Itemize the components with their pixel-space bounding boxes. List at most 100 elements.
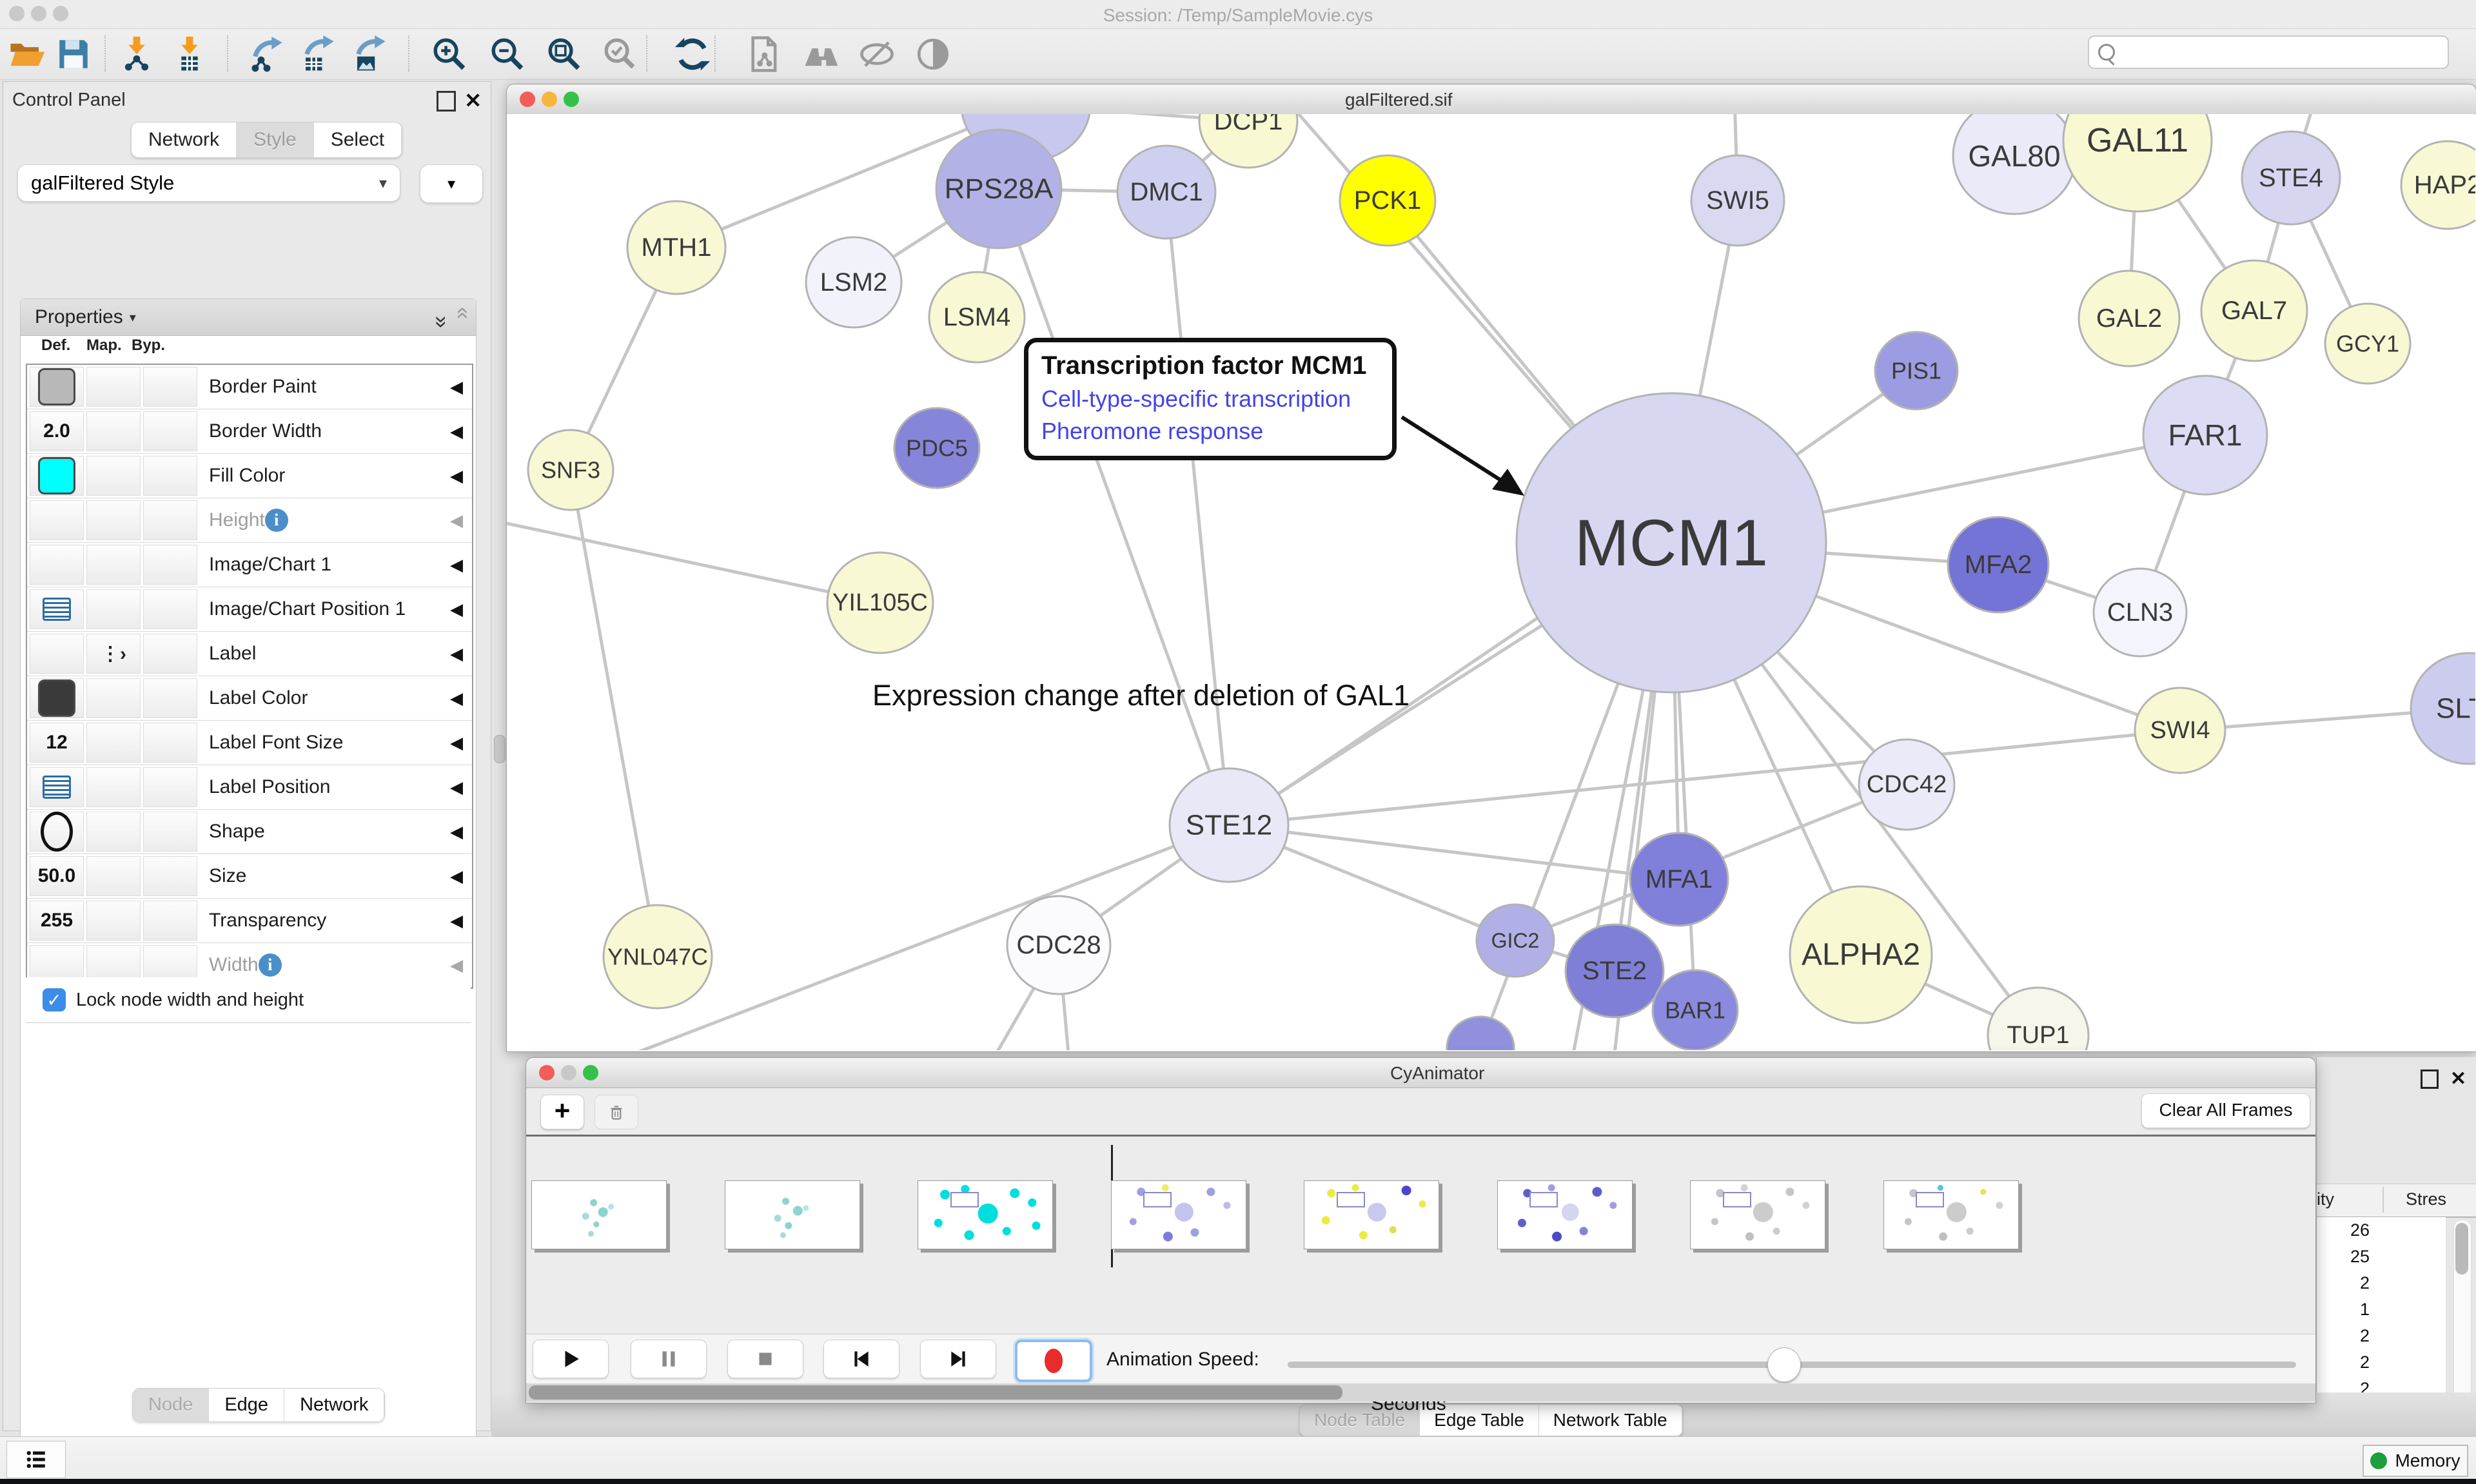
property-row-shape[interactable]: Shape◀ <box>27 810 472 854</box>
stop-button[interactable] <box>727 1340 803 1378</box>
property-row-label-position[interactable]: Label Position◀ <box>27 765 472 810</box>
bypass-cell[interactable] <box>143 367 197 407</box>
save-session-icon[interactable] <box>53 34 94 75</box>
network-file-icon[interactable] <box>743 34 784 75</box>
delete-frame-button[interactable] <box>594 1095 638 1129</box>
expand-property-icon[interactable]: ◀ <box>450 511 463 531</box>
node-BAR1[interactable]: BAR1 <box>1653 970 1738 1050</box>
pause-button[interactable] <box>631 1340 707 1378</box>
tab-edge[interactable]: Edge <box>209 1389 284 1421</box>
export-image-icon[interactable] <box>349 34 391 75</box>
node-TUP1[interactable]: TUP1 <box>1988 988 2088 1050</box>
column-header[interactable]: ity <box>2317 1189 2379 1209</box>
expand-property-icon[interactable]: ◀ <box>450 733 463 753</box>
mapping-cell[interactable] <box>86 901 141 941</box>
node-GIC2[interactable]: GIC2 <box>1477 904 1554 977</box>
bypass-cell[interactable] <box>143 723 197 763</box>
default-value-cell[interactable] <box>30 456 84 496</box>
frame-thumbnail-4[interactable] <box>1111 1180 1246 1249</box>
default-value-cell[interactable] <box>30 367 84 407</box>
node-ppb[interactable] <box>1447 1017 1514 1050</box>
frame-thumbnail-5[interactable] <box>1304 1180 1439 1249</box>
expand-property-icon[interactable]: ◀ <box>450 644 463 664</box>
node-ALPHA2[interactable]: ALPHA2 <box>1790 886 1932 1023</box>
bypass-cell[interactable] <box>143 767 197 807</box>
table-row[interactable]: 2 <box>2317 1323 2446 1349</box>
column-header[interactable]: Stres <box>2406 1189 2446 1209</box>
tab-network-table[interactable]: Network Table <box>1539 1405 1682 1436</box>
default-value-cell[interactable] <box>30 812 84 852</box>
zoom-in-icon[interactable] <box>429 34 470 75</box>
timeline-scrollbar-thumb[interactable] <box>529 1385 1342 1400</box>
frame-thumbnail-2[interactable] <box>725 1180 860 1249</box>
default-value-cell[interactable] <box>30 678 84 718</box>
collapse-all-icon[interactable]: » <box>449 316 474 319</box>
property-row-border-paint[interactable]: Border Paint◀ <box>27 365 472 409</box>
property-row-transparency[interactable]: 255Transparency◀ <box>27 899 472 943</box>
node-MCM1[interactable]: MCM1 <box>1517 393 1826 692</box>
search-field[interactable] <box>2088 35 2449 69</box>
node-PIS1[interactable]: PIS1 <box>1875 332 1958 409</box>
style-options-button[interactable]: ▾ <box>420 164 483 203</box>
close-window-icon[interactable] <box>520 92 535 107</box>
export-table-icon[interactable] <box>298 34 339 75</box>
node-STE4[interactable]: STE4 <box>2242 132 2340 224</box>
minimize-window-icon[interactable] <box>561 1065 576 1080</box>
skip-to-start-button[interactable] <box>823 1340 899 1378</box>
node-MTH1[interactable]: MTH1 <box>627 201 725 294</box>
mapping-cell[interactable] <box>86 856 141 896</box>
default-value-cell[interactable] <box>30 545 84 585</box>
default-value-cell[interactable]: 2.0 <box>30 411 84 451</box>
property-row-border-width[interactable]: 2.0Border Width◀ <box>27 409 472 454</box>
maximize-window-icon[interactable] <box>564 92 579 107</box>
open-session-icon[interactable] <box>5 34 46 75</box>
search-binoculars-icon[interactable] <box>801 34 842 75</box>
node-CLN3[interactable]: CLN3 <box>2094 569 2186 656</box>
skip-to-end-button[interactable] <box>920 1340 996 1378</box>
table-row[interactable]: 2 <box>2317 1349 2446 1376</box>
mapping-cell[interactable] <box>86 500 141 540</box>
node-YNL047C[interactable]: YNL047C <box>604 905 712 1008</box>
mapping-cell[interactable] <box>86 678 141 718</box>
table-row[interactable]: 26 <box>2317 1217 2446 1244</box>
maximize-window-icon[interactable] <box>583 1065 598 1080</box>
tab-network[interactable]: Network <box>284 1389 384 1421</box>
zoom-out-icon[interactable] <box>487 34 528 75</box>
float-panel-icon[interactable] <box>437 91 456 112</box>
record-button[interactable] <box>1015 1340 1092 1382</box>
default-value-cell[interactable] <box>30 634 84 674</box>
close-window-icon[interactable] <box>539 1065 555 1080</box>
property-row-height[interactable]: Heighti◀ <box>27 498 472 543</box>
zoom-fit-icon[interactable] <box>544 34 585 75</box>
default-value-cell[interactable] <box>30 767 84 807</box>
bypass-cell[interactable] <box>143 411 197 451</box>
info-icon[interactable]: i <box>265 509 288 532</box>
mapping-cell[interactable] <box>86 456 141 496</box>
property-row-image-chart-1[interactable]: Image/Chart 1◀ <box>27 543 472 587</box>
import-network-icon[interactable] <box>116 34 157 75</box>
info-icon[interactable]: i <box>259 953 282 977</box>
bypass-cell[interactable] <box>143 678 197 718</box>
mapping-cell[interactable] <box>86 723 141 763</box>
node-GCY1[interactable]: GCY1 <box>2325 304 2410 384</box>
close-panel-icon[interactable]: ✕ <box>2450 1068 2466 1090</box>
bypass-cell[interactable] <box>143 901 197 941</box>
network-canvas[interactable]: RPS28ADMC1DCP1PCK1SWI5GAL80GAL11STE4HAP2… <box>507 114 2475 1050</box>
expand-property-icon[interactable]: ◀ <box>450 866 463 886</box>
style-selector[interactable]: galFiltered Style ▾ <box>17 164 400 202</box>
default-value-cell[interactable] <box>30 500 84 540</box>
expand-property-icon[interactable]: ◀ <box>450 822 463 842</box>
table-row[interactable]: 2 <box>2317 1270 2446 1296</box>
add-frame-button[interactable]: + <box>540 1095 584 1129</box>
node-PCK1[interactable]: PCK1 <box>1340 155 1435 246</box>
animation-speed-thumb[interactable] <box>1767 1347 1801 1382</box>
mapping-cell[interactable] <box>86 812 141 852</box>
panel-resize-handle[interactable] <box>494 735 506 763</box>
property-row-size[interactable]: 50.0Size◀ <box>27 854 472 899</box>
mapping-cell[interactable] <box>86 767 141 807</box>
annotation-link[interactable]: Pheromone response <box>1041 418 1392 445</box>
table-row[interactable]: 1 <box>2317 1296 2446 1323</box>
table-column-headers[interactable]: ity Stres <box>2317 1184 2476 1218</box>
expand-property-icon[interactable]: ◀ <box>450 777 463 797</box>
frame-thumbnail-7[interactable] <box>1690 1180 1825 1249</box>
